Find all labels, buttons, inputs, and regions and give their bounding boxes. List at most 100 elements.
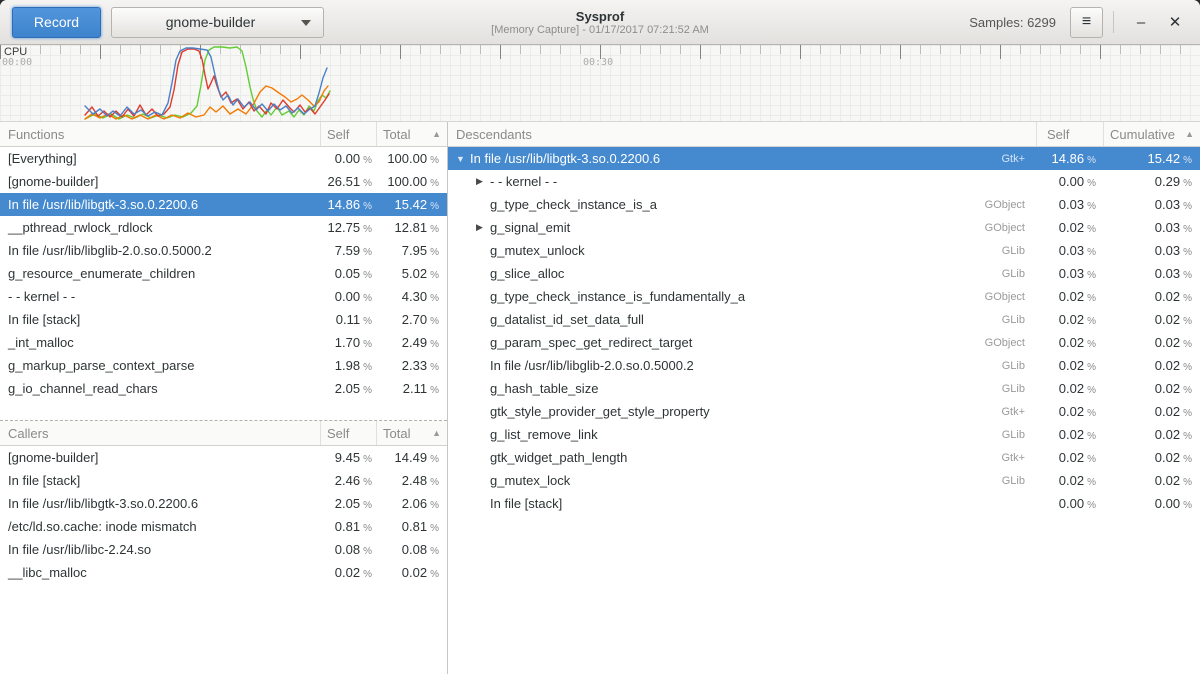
- tree-row[interactable]: g_hash_table_sizeGLib0.02%0.02%: [448, 377, 1200, 400]
- percent-number: 0.02: [1059, 450, 1084, 465]
- table-row[interactable]: [Everything]0.00%100.00%: [0, 147, 447, 170]
- percent-sign: %: [1183, 500, 1192, 511]
- callers-self-column-header[interactable]: Self: [321, 421, 377, 445]
- percent-number: 0.00: [1059, 174, 1084, 189]
- record-button[interactable]: Record: [12, 7, 101, 38]
- percent-number: 14.86: [328, 197, 361, 212]
- tree-row[interactable]: g_list_remove_linkGLib0.02%0.02%: [448, 423, 1200, 446]
- percent-number: 0.02: [1155, 450, 1180, 465]
- descendants-cumulative-column-header[interactable]: Cumulative ▲: [1104, 122, 1200, 146]
- functions-self-column-header[interactable]: Self: [321, 122, 377, 146]
- descendants-column-header[interactable]: Descendants: [448, 122, 1037, 146]
- table-row[interactable]: g_io_channel_read_chars2.05%2.11%: [0, 377, 447, 400]
- cpu-timeline-graph[interactable]: CPU 00:00 00:30: [0, 45, 1200, 122]
- percent-sign: %: [1183, 477, 1192, 488]
- function-name: - - kernel - -: [0, 289, 321, 304]
- functions-column-header[interactable]: Functions: [0, 122, 321, 146]
- minimize-button[interactable]: –: [1124, 5, 1158, 39]
- descendant-name-cell: g_type_check_instance_is_a: [448, 197, 985, 212]
- tree-row[interactable]: gtk_widget_path_lengthGtk+0.02%0.02%: [448, 446, 1200, 469]
- percent-value-cell: 100.00%: [377, 151, 447, 166]
- callers-total-column-header[interactable]: Total ▲: [377, 421, 447, 445]
- table-row[interactable]: g_resource_enumerate_children0.05%5.02%: [0, 262, 447, 285]
- percent-number: 0.02: [1059, 312, 1084, 327]
- table-row[interactable]: In file /usr/lib/libglib-2.0.so.0.5000.2…: [0, 239, 447, 262]
- percent-value-cell: 14.86%: [1037, 151, 1104, 166]
- descendant-name: g_type_check_instance_is_fundamentally_a: [490, 289, 745, 304]
- table-row[interactable]: In file [stack]0.11%2.70%: [0, 308, 447, 331]
- percent-value-cell: 0.02%: [321, 565, 377, 580]
- tree-row[interactable]: g_slice_allocGLib0.03%0.03%: [448, 262, 1200, 285]
- percent-number: 0.03: [1155, 197, 1180, 212]
- table-row[interactable]: __libc_malloc0.02%0.02%: [0, 561, 447, 584]
- functions-table-header: Functions Self Total ▲: [0, 122, 447, 147]
- time-tick-00-00: 00:00: [2, 57, 32, 68]
- percent-sign: %: [430, 224, 439, 235]
- sort-ascending-icon: ▲: [432, 428, 441, 438]
- percent-value-cell: 2.06%: [377, 496, 447, 511]
- table-row[interactable]: __pthread_rwlock_rdlock12.75%12.81%: [0, 216, 447, 239]
- table-row[interactable]: [gnome-builder]9.45%14.49%: [0, 446, 447, 469]
- percent-sign: %: [1183, 247, 1192, 258]
- tree-row[interactable]: g_mutex_unlockGLib0.03%0.03%: [448, 239, 1200, 262]
- hamburger-menu-button[interactable]: ≡: [1070, 7, 1103, 38]
- percent-number: 0.02: [1155, 473, 1180, 488]
- percent-number: 15.42: [1148, 151, 1181, 166]
- table-row[interactable]: In file /usr/lib/libc-2.24.so0.08%0.08%: [0, 538, 447, 561]
- percent-number: 100.00: [387, 174, 427, 189]
- expander-open-icon[interactable]: ▼: [456, 154, 470, 164]
- percent-number: 14.49: [395, 450, 428, 465]
- sort-ascending-icon: ▲: [1185, 129, 1194, 139]
- table-row[interactable]: - - kernel - -0.00%4.30%: [0, 285, 447, 308]
- tree-row[interactable]: In file /usr/lib/libglib-2.0.so.0.5000.2…: [448, 354, 1200, 377]
- tree-row[interactable]: g_type_check_instance_is_fundamentally_a…: [448, 285, 1200, 308]
- descendants-self-column-header[interactable]: Self: [1037, 122, 1104, 146]
- descendants-cumulative-label: Cumulative: [1110, 127, 1175, 142]
- tree-row[interactable]: gtk_style_provider_get_style_propertyGtk…: [448, 400, 1200, 423]
- percent-value-cell: 0.02%: [1037, 427, 1104, 442]
- percent-value-cell: 0.02%: [1104, 427, 1200, 442]
- functions-table-body: [Everything]0.00%100.00%[gnome-builder]2…: [0, 147, 447, 400]
- percent-number: 0.02: [1059, 381, 1084, 396]
- tree-row[interactable]: ▶- - kernel - -0.00%0.29%: [448, 170, 1200, 193]
- tree-row[interactable]: In file [stack]0.00%0.00%: [448, 492, 1200, 515]
- main-area: Functions Self Total ▲ [Everything]0.00%…: [0, 122, 1200, 674]
- tree-row[interactable]: g_datalist_id_set_data_fullGLib0.02%0.02…: [448, 308, 1200, 331]
- table-row[interactable]: [gnome-builder]26.51%100.00%: [0, 170, 447, 193]
- table-row[interactable]: In file /usr/lib/libgtk-3.so.0.2200.62.0…: [0, 492, 447, 515]
- callers-column-header[interactable]: Callers: [0, 421, 321, 445]
- descendant-name: g_signal_emit: [490, 220, 570, 235]
- expander-closed-icon[interactable]: ▶: [476, 176, 490, 187]
- table-row[interactable]: In file /usr/lib/libgtk-3.so.0.2200.614.…: [0, 193, 447, 216]
- descendant-name: g_type_check_instance_is_a: [490, 197, 657, 212]
- descendant-name: g_param_spec_get_redirect_target: [490, 335, 692, 350]
- percent-number: 9.45: [335, 450, 360, 465]
- percent-sign: %: [430, 201, 439, 212]
- table-row[interactable]: _int_malloc1.70%2.49%: [0, 331, 447, 354]
- tree-row[interactable]: g_type_check_instance_is_aGObject0.03%0.…: [448, 193, 1200, 216]
- percent-sign: %: [430, 569, 439, 580]
- tree-row[interactable]: g_param_spec_get_redirect_targetGObject0…: [448, 331, 1200, 354]
- tree-row[interactable]: ▼In file /usr/lib/libgtk-3.so.0.2200.6Gt…: [448, 147, 1200, 170]
- percent-value-cell: 9.45%: [321, 450, 377, 465]
- functions-total-column-header[interactable]: Total ▲: [377, 122, 447, 146]
- percent-value-cell: 0.03%: [1104, 220, 1200, 235]
- expander-closed-icon[interactable]: ▶: [476, 222, 490, 233]
- table-row[interactable]: In file [stack]2.46%2.48%: [0, 469, 447, 492]
- tree-row[interactable]: g_mutex_lockGLib0.02%0.02%: [448, 469, 1200, 492]
- table-row[interactable]: g_markup_parse_context_parse1.98%2.33%: [0, 354, 447, 377]
- cpu-green-line: [85, 47, 330, 119]
- process-selector-dropdown[interactable]: gnome-builder: [111, 7, 324, 38]
- callers-table-body: [gnome-builder]9.45%14.49%In file [stack…: [0, 446, 447, 584]
- library-tag: GObject: [985, 291, 1037, 303]
- close-button[interactable]: ✕: [1158, 5, 1192, 39]
- percent-value-cell: 0.05%: [321, 266, 377, 281]
- percent-sign: %: [363, 178, 372, 189]
- percent-value-cell: 0.02%: [1037, 312, 1104, 327]
- percent-sign: %: [430, 293, 439, 304]
- tree-row[interactable]: ▶g_signal_emitGObject0.02%0.03%: [448, 216, 1200, 239]
- percent-sign: %: [430, 500, 439, 511]
- percent-number: 12.81: [395, 220, 428, 235]
- percent-number: 2.48: [402, 473, 427, 488]
- table-row[interactable]: /etc/ld.so.cache: inode mismatch0.81%0.8…: [0, 515, 447, 538]
